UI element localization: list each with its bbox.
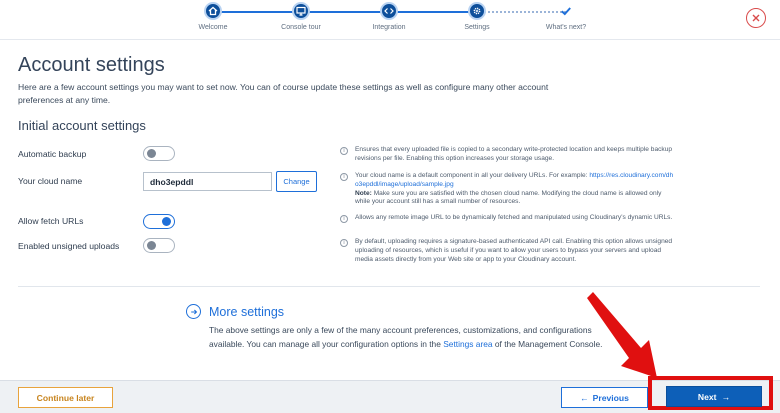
page-title: Account settings <box>18 54 165 76</box>
step-welcome[interactable]: Welcome <box>168 2 258 31</box>
fetch-urls-info: i Allows any remote image URL to be dyna… <box>340 214 674 223</box>
arrow-right-icon: → <box>721 391 731 402</box>
unsigned-uploads-toggle[interactable] <box>143 238 175 253</box>
code-icon <box>380 2 398 20</box>
next-button[interactable]: Next → <box>666 386 762 407</box>
more-settings-link[interactable]: More settings <box>209 305 284 319</box>
section-divider <box>18 286 760 287</box>
step-label: What's next? <box>545 24 587 31</box>
automatic-backup-info: i Ensures that every uploaded file is co… <box>340 146 674 164</box>
settings-area-link[interactable]: Settings area <box>443 339 492 349</box>
close-button[interactable] <box>746 8 766 28</box>
previous-label: Previous <box>592 392 629 403</box>
previous-button[interactable]: ← Previous <box>561 387 648 408</box>
step-label: Console tour <box>281 24 321 31</box>
check-icon <box>557 2 575 20</box>
home-icon <box>204 2 222 20</box>
step-label: Welcome <box>198 24 228 31</box>
info-icon: i <box>340 173 348 181</box>
step-label: Settings <box>464 24 490 31</box>
arrow-left-icon: ← <box>580 392 589 403</box>
fetch-urls-toggle[interactable] <box>143 214 175 229</box>
section-title: Initial account settings <box>18 118 146 133</box>
step-console-tour[interactable]: Console tour <box>256 2 346 31</box>
automatic-backup-label: Automatic backup <box>18 149 87 159</box>
more-settings-text: The above settings are only a few of the… <box>209 325 603 349</box>
step-whats-next[interactable]: What's next? <box>521 2 611 31</box>
gear-icon <box>468 2 486 20</box>
cloud-name-label: Your cloud name <box>18 176 83 186</box>
next-label: Next <box>697 391 717 402</box>
unsigned-uploads-info: i By default, uploading requires a signa… <box>340 238 674 264</box>
info-icon: i <box>340 215 348 223</box>
arrow-right-circle-icon[interactable] <box>186 304 201 319</box>
change-cloud-name-button[interactable]: Change <box>276 171 317 192</box>
cloud-name-info: i Your cloud name is a default component… <box>340 172 674 207</box>
close-icon <box>752 14 760 22</box>
step-integration[interactable]: Integration <box>344 2 434 31</box>
info-icon: i <box>340 147 348 155</box>
step-settings[interactable]: Settings <box>432 2 522 31</box>
info-icon: i <box>340 239 348 247</box>
monitor-icon <box>292 2 310 20</box>
wizard-stepper: Welcome Console tour Integration Setting… <box>0 0 780 40</box>
fetch-urls-label: Allow fetch URLs <box>18 216 84 226</box>
automatic-backup-toggle[interactable] <box>143 146 175 161</box>
unsigned-uploads-label: Enabled unsigned uploads <box>18 241 120 251</box>
cloud-name-field[interactable]: dho3epddl <box>143 172 272 191</box>
step-label: Integration <box>372 24 406 31</box>
red-arrow-annotation <box>587 292 657 378</box>
intro-text: Here are a few account settings you may … <box>18 82 549 105</box>
continue-later-button[interactable]: Continue later <box>18 387 113 408</box>
